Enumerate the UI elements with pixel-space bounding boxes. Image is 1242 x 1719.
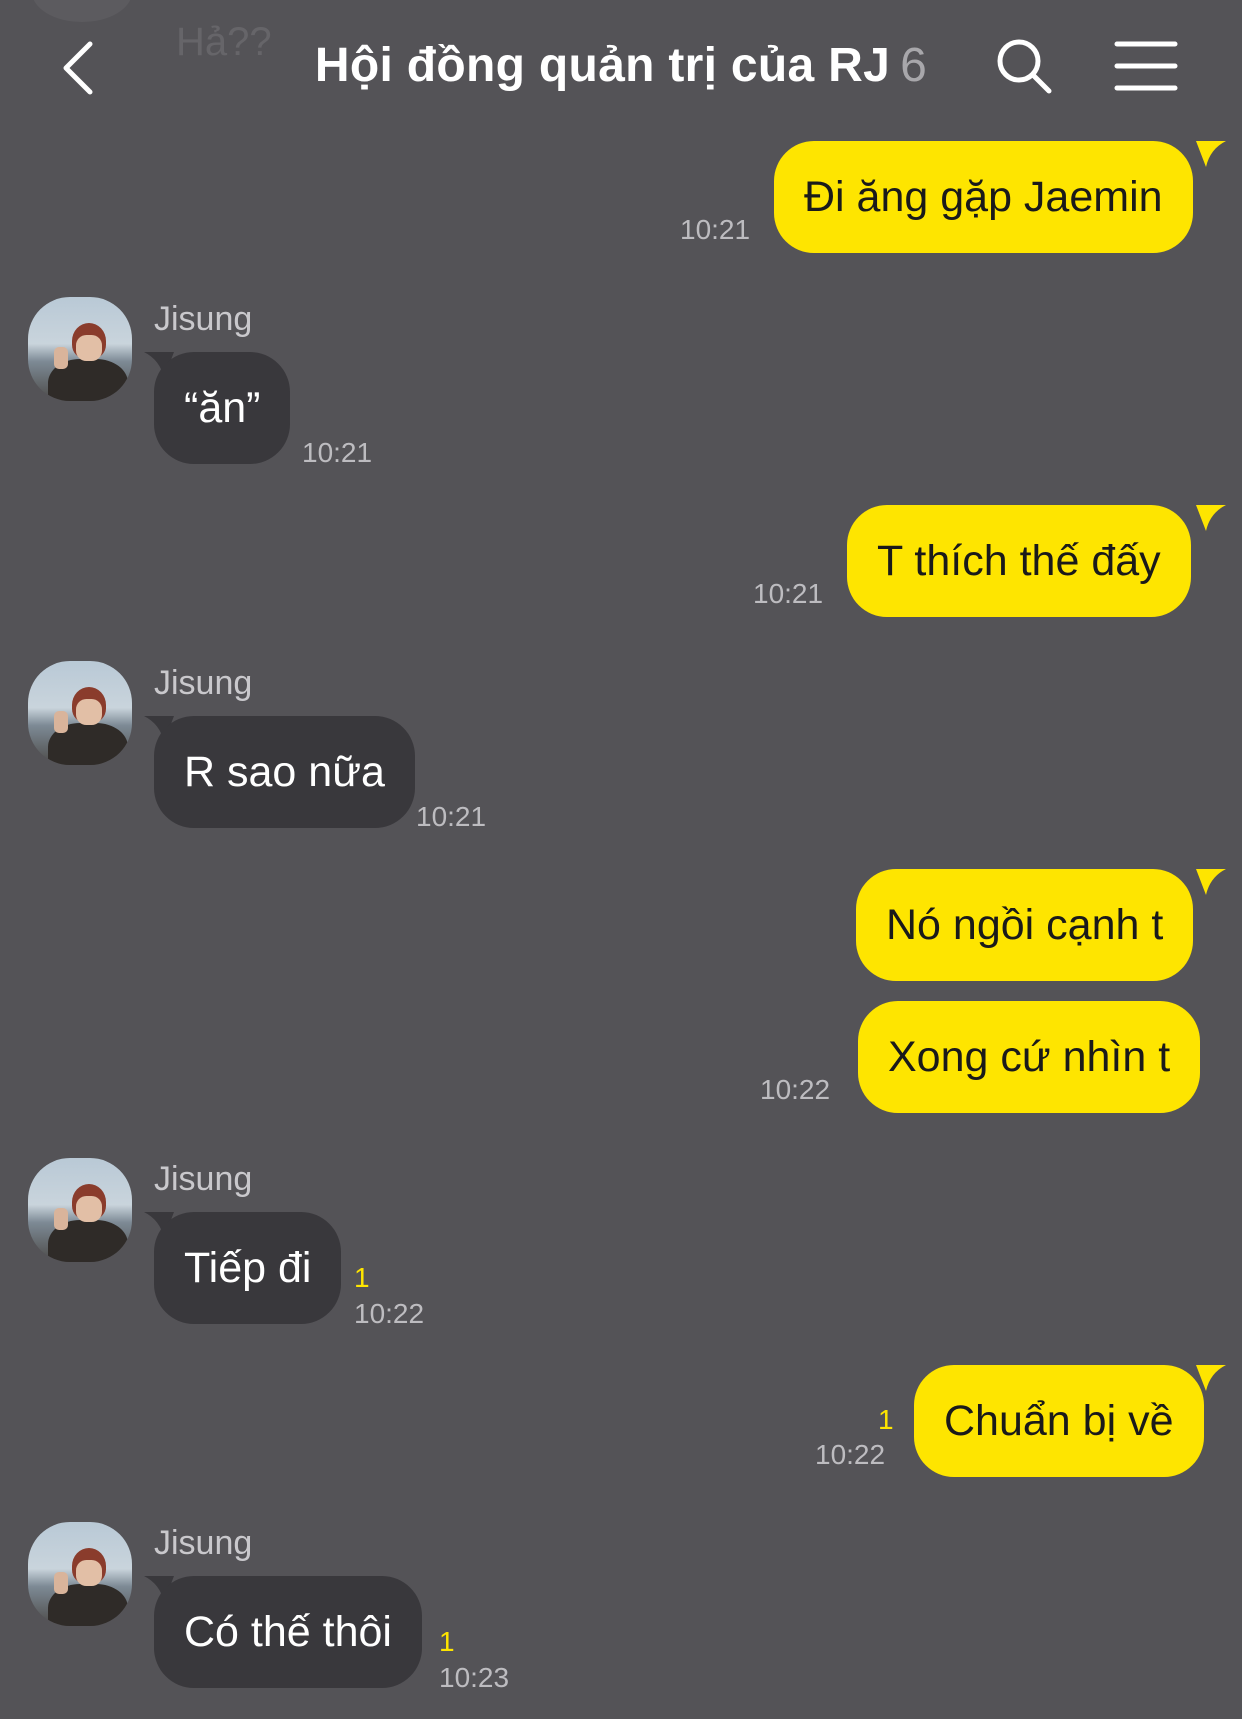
message-bubble[interactable]: Có thế thôi xyxy=(154,1576,422,1688)
message-bubble[interactable]: Xong cứ nhìn t xyxy=(858,1001,1201,1113)
message-time: 10:21 xyxy=(416,801,487,832)
search-icon xyxy=(997,39,1052,94)
avatar[interactable] xyxy=(28,661,132,765)
unread-count: 1 xyxy=(878,1404,894,1435)
message-bubble[interactable]: T thích thế đấy xyxy=(847,505,1191,617)
menu-button[interactable] xyxy=(1114,38,1178,94)
chat-room-name: Hội đồng quản trị của RJ xyxy=(314,39,891,92)
unread-count: 1 xyxy=(354,1262,370,1293)
member-count: 6 xyxy=(900,39,928,92)
bubble-tail xyxy=(1196,141,1226,167)
sender-name: Jisung xyxy=(154,1160,253,1198)
sender-name: Jisung xyxy=(154,1524,253,1562)
avatar[interactable] xyxy=(28,297,132,401)
sender-name: Jisung xyxy=(154,664,253,702)
hamburger-menu-icon xyxy=(1114,41,1178,91)
sender-name: Jisung xyxy=(154,300,253,338)
chat-title: Hội đồng quản trị của RJ 6 xyxy=(0,38,1242,93)
message-bubble[interactable]: “ăn” xyxy=(154,352,291,464)
message-bubble[interactable]: R sao nữa xyxy=(154,716,415,828)
message-time: 10:22 xyxy=(760,1074,831,1105)
message-time: 10:21 xyxy=(680,214,751,245)
chat-header: Hội đồng quản trị của RJ 6 xyxy=(0,0,1242,130)
message-bubble[interactable]: Đi ăng gặp Jaemin xyxy=(774,141,1193,253)
message-bubble[interactable]: Chuẩn bị về xyxy=(914,1365,1204,1477)
message-time: 10:23 xyxy=(439,1662,510,1693)
message-time: 10:22 xyxy=(354,1298,425,1329)
bubble-tail xyxy=(1196,1365,1226,1391)
search-button[interactable] xyxy=(994,36,1054,96)
message-bubble[interactable]: Tiếp đi xyxy=(154,1212,342,1324)
bubble-tail xyxy=(1196,505,1226,531)
avatar[interactable] xyxy=(28,1158,132,1262)
unread-count: 1 xyxy=(439,1626,455,1657)
message-time: 10:22 xyxy=(815,1439,886,1470)
message-time: 10:21 xyxy=(753,578,824,609)
avatar[interactable] xyxy=(28,1522,132,1626)
message-time: 10:21 xyxy=(302,437,373,468)
message-bubble[interactable]: Nó ngồi cạnh t xyxy=(856,869,1194,981)
bubble-tail xyxy=(1196,869,1226,895)
